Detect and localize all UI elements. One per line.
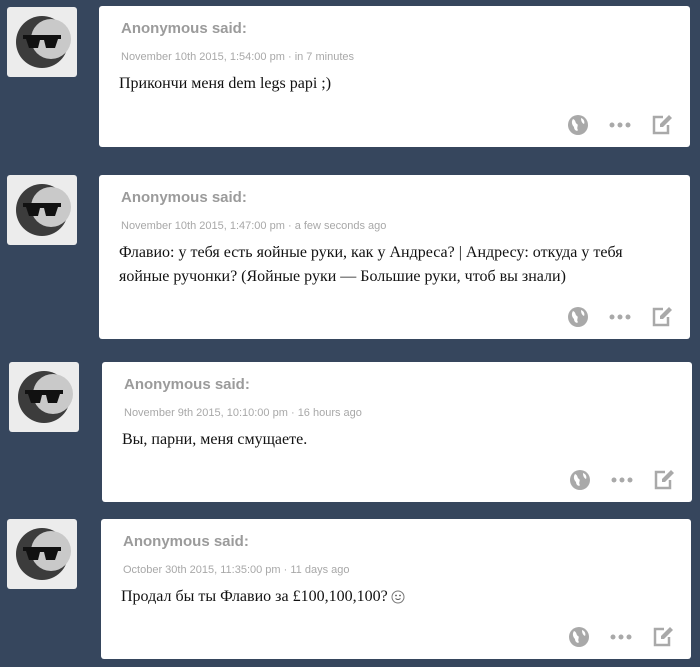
- post-text: Прикончи меня dem legs papi ;): [119, 75, 332, 92]
- sunglasses-avatar-icon: [16, 184, 71, 236]
- post-actions: [549, 625, 675, 649]
- post-timestamp[interactable]: October 30th 2015, 11:35:00 pm: [123, 564, 281, 576]
- globe-button[interactable]: [566, 113, 590, 137]
- more-button[interactable]: [609, 625, 633, 649]
- globe-icon: [569, 627, 589, 647]
- avatar[interactable]: [9, 362, 79, 432]
- post-text: Флавио: у тебя есть яойные руки, как у А…: [119, 244, 623, 285]
- post-actions: [550, 468, 676, 492]
- post-relative-time: 11 days ago: [290, 564, 350, 576]
- post-body: Продал бы ты Флавио за £100,100,100?: [121, 585, 673, 609]
- post-author[interactable]: Anonymous said:: [121, 20, 247, 37]
- sunglasses-avatar-icon: [16, 528, 71, 580]
- ellipsis-icon: [609, 314, 631, 320]
- post-card: Anonymous said: November 10th 2015, 1:54…: [99, 6, 690, 147]
- meta-separator: ·: [287, 220, 292, 232]
- more-button[interactable]: [610, 468, 634, 492]
- post-timestamp[interactable]: November 9th 2015, 10:10:00 pm: [124, 407, 288, 419]
- meta-separator: ·: [290, 407, 295, 419]
- avatar[interactable]: [7, 175, 77, 245]
- post-meta: November 9th 2015, 10:10:00 pm · 16 hour…: [124, 407, 362, 419]
- post-timestamp[interactable]: November 10th 2015, 1:47:00 pm: [121, 220, 285, 232]
- post-card: Anonymous said: November 10th 2015, 1:47…: [99, 175, 690, 339]
- post-author[interactable]: Anonymous said:: [123, 533, 249, 550]
- post-card: Anonymous said: November 9th 2015, 10:10…: [102, 362, 692, 502]
- globe-icon: [568, 115, 588, 135]
- edit-icon: [652, 115, 672, 135]
- post-timestamp[interactable]: November 10th 2015, 1:54:00 pm: [121, 51, 285, 63]
- post-meta: October 30th 2015, 11:35:00 pm · 11 days…: [123, 564, 350, 576]
- sunglasses-avatar-icon: [16, 16, 71, 68]
- globe-icon: [568, 307, 588, 327]
- post-author[interactable]: Anonymous said:: [124, 376, 250, 393]
- post-text: Продал бы ты Флавио за £100,100,100?: [121, 588, 388, 605]
- post-relative-time: 16 hours ago: [297, 407, 362, 419]
- ellipsis-icon: [611, 477, 633, 483]
- post-actions: [548, 113, 674, 137]
- edit-button[interactable]: [650, 113, 674, 137]
- globe-button[interactable]: [568, 468, 592, 492]
- meta-separator: ·: [287, 51, 292, 63]
- avatar[interactable]: [7, 7, 77, 77]
- avatar[interactable]: [7, 519, 77, 589]
- ellipsis-icon: [610, 634, 632, 640]
- more-button[interactable]: [608, 113, 632, 137]
- globe-icon: [570, 470, 590, 490]
- edit-icon: [652, 307, 672, 327]
- edit-button[interactable]: [652, 468, 676, 492]
- sunglasses-avatar-icon: [18, 371, 73, 423]
- ellipsis-icon: [609, 122, 631, 128]
- edit-button[interactable]: [651, 625, 675, 649]
- post-meta: November 10th 2015, 1:47:00 pm · a few s…: [121, 220, 386, 232]
- post-meta: November 10th 2015, 1:54:00 pm · in 7 mi…: [121, 51, 354, 63]
- post-actions: [548, 305, 674, 329]
- post-relative-time: in 7 minutes: [294, 51, 354, 63]
- post-text: Вы, парни, меня смущаете.: [122, 431, 308, 448]
- post-author[interactable]: Anonymous said:: [121, 189, 247, 206]
- post-relative-time: a few seconds ago: [294, 220, 387, 232]
- more-button[interactable]: [608, 305, 632, 329]
- edit-button[interactable]: [650, 305, 674, 329]
- globe-button[interactable]: [566, 305, 590, 329]
- globe-button[interactable]: [567, 625, 591, 649]
- edit-icon: [654, 470, 674, 490]
- meta-separator: ·: [283, 564, 288, 576]
- smiley-icon: [391, 590, 405, 604]
- post-card: Anonymous said: October 30th 2015, 11:35…: [101, 519, 691, 659]
- edit-icon: [653, 627, 673, 647]
